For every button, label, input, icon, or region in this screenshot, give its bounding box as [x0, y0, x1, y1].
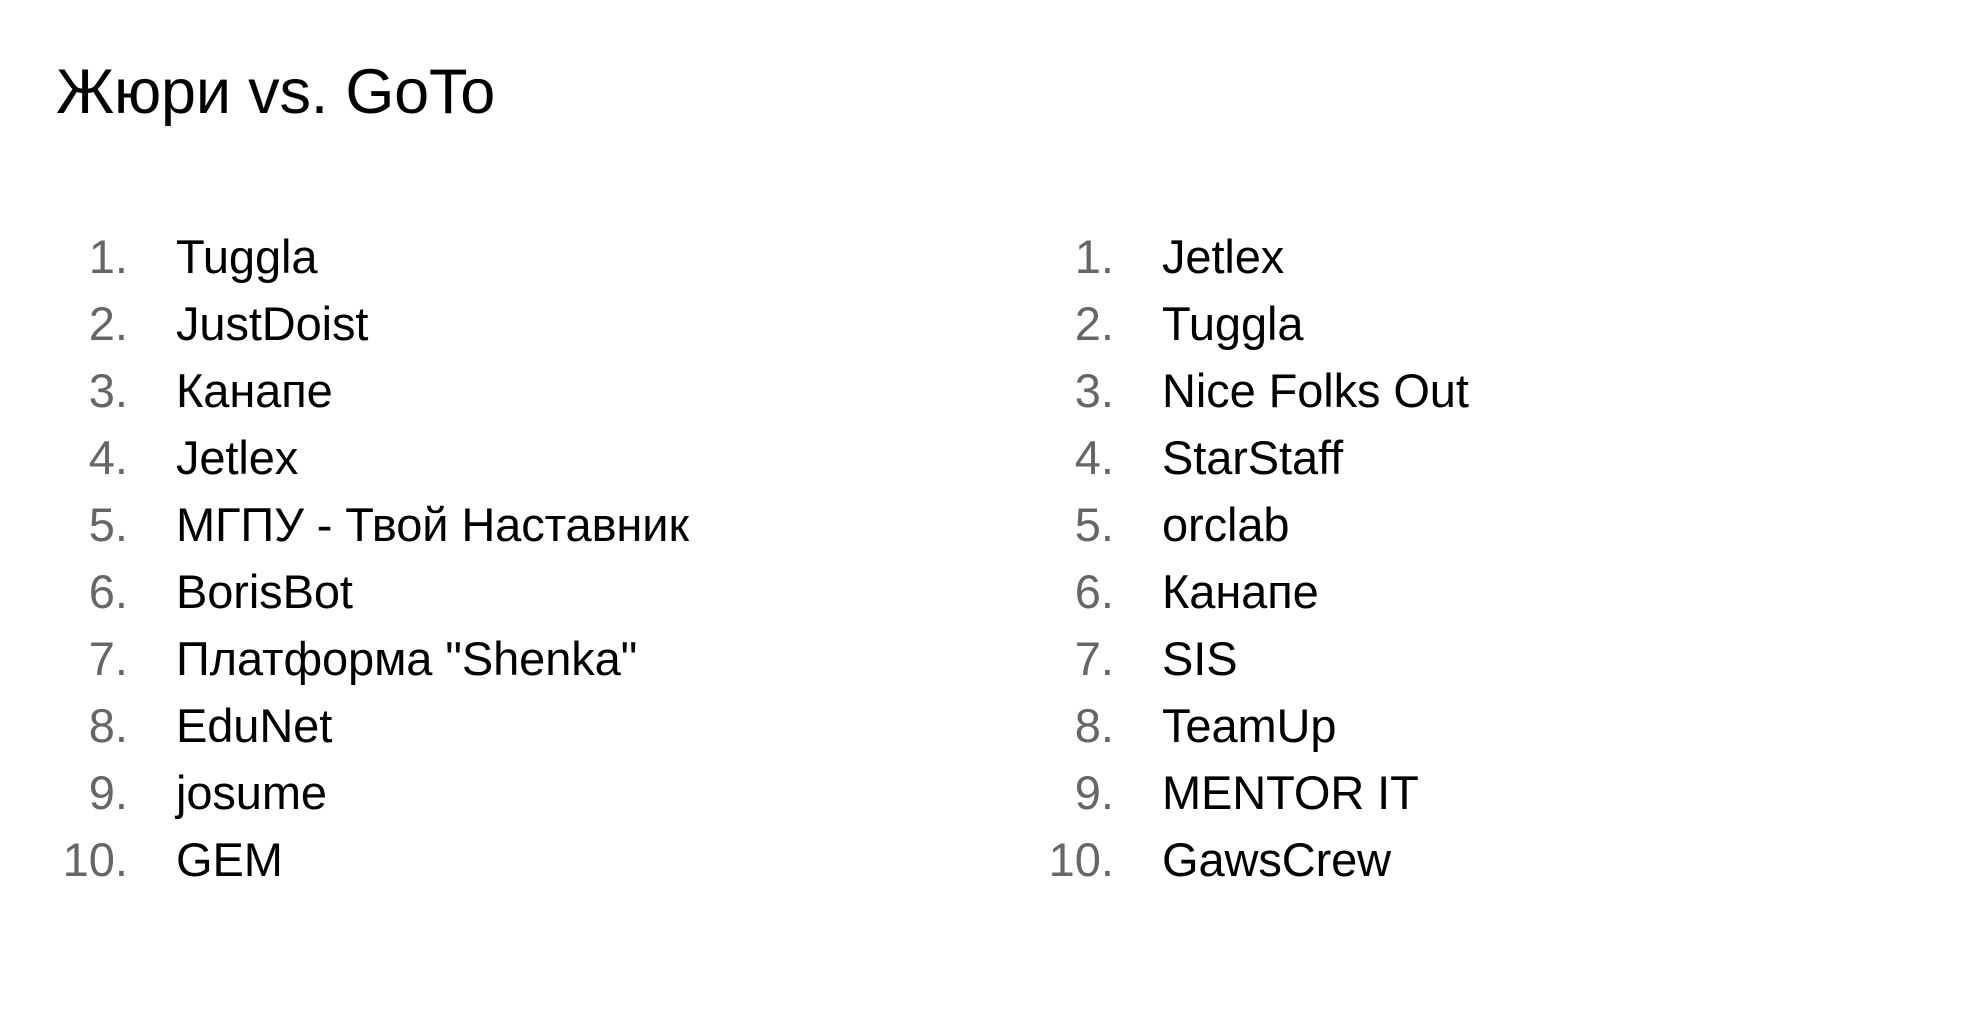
list-item-label: Jetlex [176, 431, 299, 484]
list-item-label: orclab [1162, 498, 1290, 551]
list-item: 10. GawsCrew [1042, 826, 1942, 893]
list-item: 3. Nice Folks Out [1042, 357, 1942, 424]
list-item: 1. Tuggla [56, 223, 956, 290]
list-item: 2. Tuggla [1042, 290, 1942, 357]
goto-ranking-list: 1. Jetlex 2. Tuggla 3. Nice Folks Out 4. StarSt… [1042, 223, 1942, 893]
list-item-label: Платформа "Shenka" [176, 632, 638, 685]
list-item: 1. Jetlex [1042, 223, 1942, 290]
list-item-marker: 10. [1048, 833, 1114, 886]
list-item-label: EduNet [176, 699, 333, 752]
list-item-label: Nice Folks Out [1162, 364, 1469, 417]
list-item: 2. JustDoist [56, 290, 956, 357]
list-item: 6. Канапе [1042, 558, 1942, 625]
list-item-label: МГПУ - Твой Наставник [176, 498, 689, 551]
list-item-label: Jetlex [1162, 230, 1285, 283]
list-item: 5. МГПУ - Твой Наставник [56, 491, 956, 558]
list-item-label: Канапе [176, 364, 333, 417]
list-item-label: GawsCrew [1162, 833, 1392, 886]
jury-ranking-column: 1. Tuggla 2. JustDoist 3. Канапе 4. Jetlex 5. МГП… [56, 223, 956, 893]
list-item: 5. orclab [1042, 491, 1942, 558]
list-item-marker: 6. [1074, 565, 1114, 618]
list-item-marker: 6. [88, 565, 128, 618]
list-item: 10. GEM [56, 826, 956, 893]
list-item-marker: 1. [1074, 230, 1114, 283]
list-item-marker: 4. [88, 431, 128, 484]
list-item-marker: 10. [62, 833, 128, 886]
list-item-marker: 2. [88, 297, 128, 350]
jury-ranking-list: 1. Tuggla 2. JustDoist 3. Канапе 4. Jetlex 5. МГП… [56, 223, 956, 893]
list-item-marker: 3. [88, 364, 128, 417]
list-item-marker: 8. [88, 699, 128, 752]
list-item: 3. Канапе [56, 357, 956, 424]
slide-canvas: Жюри vs. GoTo 1. Tuggla 2. JustDoist 3. Канап… [0, 0, 1984, 1014]
list-item-marker: 9. [88, 766, 128, 819]
list-item-marker: 2. [1074, 297, 1114, 350]
list-item: 7. SIS [1042, 625, 1942, 692]
list-item-marker: 3. [1074, 364, 1114, 417]
list-item: 9. MENTOR IT [1042, 759, 1942, 826]
list-item-label: GEM [176, 833, 283, 886]
page-title: Жюри vs. GoTo [56, 57, 496, 127]
list-item-label: MENTOR IT [1162, 766, 1419, 819]
list-item: 9. josume [56, 759, 956, 826]
list-item-marker: 9. [1074, 766, 1114, 819]
list-item-label: BorisBot [176, 565, 353, 618]
list-item-label: Tuggla [176, 230, 318, 283]
list-item-marker: 7. [88, 632, 128, 685]
list-item-marker: 5. [88, 498, 128, 551]
list-item-marker: 4. [1074, 431, 1114, 484]
list-item-marker: 5. [1074, 498, 1114, 551]
list-item-label: JustDoist [176, 297, 369, 350]
list-item-marker: 8. [1074, 699, 1114, 752]
list-item: 6. BorisBot [56, 558, 956, 625]
list-item-label: josume [176, 766, 327, 819]
list-item-marker: 1. [88, 230, 128, 283]
list-item: 8. TeamUp [1042, 692, 1942, 759]
list-item-label: StarStaff [1162, 431, 1344, 484]
list-item-label: SIS [1162, 632, 1238, 685]
list-item-label: Tuggla [1162, 297, 1304, 350]
list-item: 4. StarStaff [1042, 424, 1942, 491]
goto-ranking-column: 1. Jetlex 2. Tuggla 3. Nice Folks Out 4. StarSt… [1042, 223, 1942, 893]
list-item: 7. Платформа "Shenka" [56, 625, 956, 692]
list-item-label: Канапе [1162, 565, 1319, 618]
list-item: 4. Jetlex [56, 424, 956, 491]
list-item: 8. EduNet [56, 692, 956, 759]
list-item-label: TeamUp [1162, 699, 1337, 752]
list-item-marker: 7. [1074, 632, 1114, 685]
